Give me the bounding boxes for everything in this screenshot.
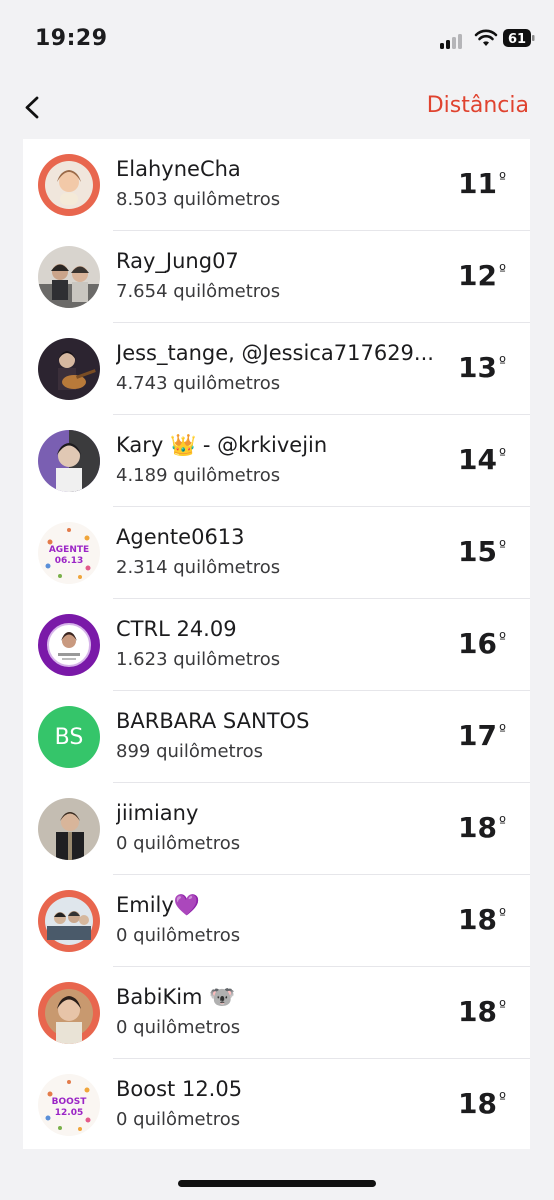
rank-number: 18	[458, 903, 497, 936]
avatar-initials: BS	[54, 724, 84, 750]
avatar	[38, 246, 100, 308]
distance-sort-button[interactable]: Distância	[427, 93, 529, 118]
rank-position: 12 º	[458, 259, 506, 292]
rank-number: 14	[458, 443, 497, 476]
avatar: BOOST 12.05	[38, 1074, 100, 1136]
avatar	[38, 982, 100, 1044]
rank-position: 18 º	[458, 811, 506, 844]
list-item[interactable]: ElahyneCha 8.503 quilômetros 11 º	[23, 139, 530, 231]
avatar	[38, 338, 100, 400]
rank-number: 18	[458, 1087, 497, 1120]
avatar	[38, 798, 100, 860]
rank-position: 16 º	[458, 627, 506, 660]
user-name: Boost 12.05	[116, 1077, 243, 1101]
rank-number: 11	[458, 167, 497, 200]
rank-suffix: º	[498, 445, 507, 463]
list-item[interactable]: Emily💜 0 quilômetros 18 º	[23, 875, 530, 967]
avatar-badge-line1: BOOST	[52, 1097, 88, 1107]
rank-position: 13 º	[458, 351, 506, 384]
user-name: Kary 👑 - @krkivejin	[116, 433, 328, 457]
rank-number: 18	[458, 811, 497, 844]
avatar: BS	[38, 706, 100, 768]
distance-value: 2.314 quilômetros	[116, 557, 281, 578]
avatar-badge-line2: 06.13	[55, 556, 83, 566]
user-name: Agente0613	[116, 525, 245, 549]
rank-suffix: º	[498, 997, 507, 1015]
list-item[interactable]: BOOST 12.05 Boost 12.05 0 quilômetros 18 º	[23, 1059, 530, 1151]
rank-suffix: º	[498, 169, 507, 187]
user-name: CTRL 24.09	[116, 617, 237, 641]
rank-suffix: º	[498, 813, 507, 831]
distance-value: 0 quilômetros	[116, 833, 241, 854]
user-name: BabiKim 🐨	[116, 985, 236, 1009]
rank-position: 15 º	[458, 535, 506, 568]
rank-number: 17	[458, 719, 497, 752]
distance-value: 8.503 quilômetros	[116, 189, 281, 210]
rank-suffix: º	[498, 1089, 507, 1107]
list-item[interactable]: Ray_Jung07 7.654 quilômetros 12 º	[23, 231, 530, 323]
rank-suffix: º	[498, 353, 507, 371]
rank-number: 18	[458, 995, 497, 1028]
back-button[interactable]	[18, 90, 48, 124]
rank-number: 12	[458, 259, 497, 292]
list-item[interactable]: Kary 👑 - @krkivejin 4.189 quilômetros 14 º	[23, 415, 530, 507]
rank-suffix: º	[498, 629, 507, 647]
user-name: Ray_Jung07	[116, 249, 239, 273]
rank-position: 18 º	[458, 903, 506, 936]
user-name: ElahyneCha	[116, 157, 241, 181]
avatar	[38, 154, 100, 216]
distance-value: 899 quilômetros	[116, 741, 263, 762]
distance-value: 0 quilômetros	[116, 925, 241, 946]
rank-position: 18 º	[458, 1087, 506, 1120]
list-item[interactable]: CTRL 24.09 1.623 quilômetros 16 º	[23, 599, 530, 691]
rank-position: 14 º	[458, 443, 506, 476]
distance-value: 4.189 quilômetros	[116, 465, 281, 486]
navigation-bar: Distância	[0, 80, 554, 138]
rank-suffix: º	[498, 721, 507, 739]
distance-value: 4.743 quilômetros	[116, 373, 281, 394]
user-name: Jess_tange, @Jessica717629...	[116, 341, 434, 365]
rank-number: 16	[458, 627, 497, 660]
avatar	[38, 890, 100, 952]
rank-number: 13	[458, 351, 497, 384]
distance-value: 1.623 quilômetros	[116, 649, 281, 670]
list-item[interactable]: BabiKim 🐨 0 quilômetros 18 º	[23, 967, 530, 1059]
home-indicator	[178, 1180, 376, 1187]
distance-value: 0 quilômetros	[116, 1109, 241, 1130]
list-item[interactable]: jiimiany 0 quilômetros 18 º	[23, 783, 530, 875]
signal-icon	[440, 33, 466, 49]
list-item[interactable]: BS BARBARA SANTOS 899 quilômetros 17 º	[23, 691, 530, 783]
list-item[interactable]: Jess_tange, @Jessica717629... 4.743 quilô…	[23, 323, 530, 415]
rank-number: 15	[458, 535, 497, 568]
distance-value: 0 quilômetros	[116, 1017, 241, 1038]
list-item[interactable]: AGENTE 06.13 Agente0613 2.314 quilômetros 15…	[23, 507, 530, 599]
status-time: 19:29	[35, 26, 108, 51]
rank-suffix: º	[498, 261, 507, 279]
battery-icon: 61	[503, 29, 535, 47]
avatar: AGENTE 06.13	[38, 522, 100, 584]
avatar-badge-line2: 12.05	[55, 1108, 83, 1118]
avatar	[38, 614, 100, 676]
chevron-left-icon	[25, 96, 39, 119]
distance-value: 7.654 quilômetros	[116, 281, 281, 302]
rank-suffix: º	[498, 537, 507, 555]
status-bar: 19:29 61	[0, 0, 554, 80]
avatar-badge-line1: AGENTE	[49, 545, 89, 555]
rank-position: 17 º	[458, 719, 506, 752]
rank-suffix: º	[498, 905, 507, 923]
ranking-list: ElahyneCha 8.503 quilômetros 11 º Ray_Jung07…	[23, 139, 530, 1149]
battery-level: 61	[508, 32, 526, 47]
user-name: jiimiany	[116, 801, 199, 825]
rank-position: 18 º	[458, 995, 506, 1028]
rank-position: 11 º	[458, 167, 506, 200]
avatar	[38, 430, 100, 492]
user-name: BARBARA SANTOS	[116, 709, 310, 733]
user-name: Emily💜	[116, 893, 200, 917]
wifi-icon	[474, 29, 498, 46]
